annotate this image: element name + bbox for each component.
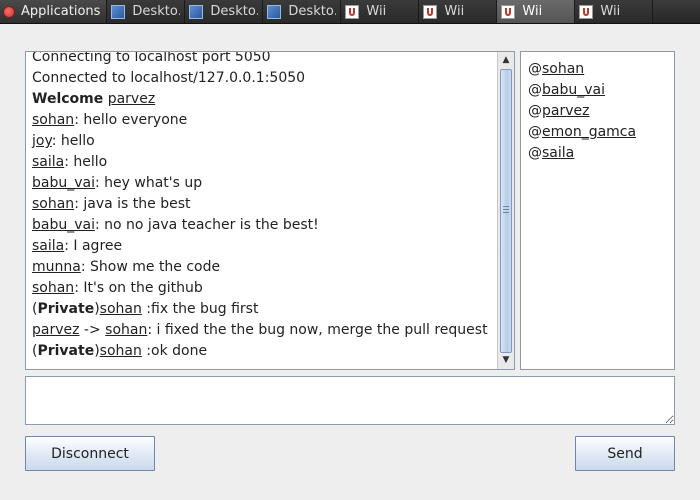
task-label: Wii bbox=[600, 4, 621, 19]
user-list-item[interactable]: @parvez bbox=[521, 101, 674, 122]
chat-message: babu_vai: hey what's up bbox=[32, 173, 494, 194]
message-text: : no no java teacher is the best! bbox=[94, 217, 319, 233]
scroll-down-arrow-icon[interactable]: ▼ bbox=[499, 353, 513, 368]
welcome-text: Welcome bbox=[32, 91, 104, 107]
user-at-sign: @ bbox=[528, 145, 542, 161]
user-list-item[interactable]: @sohan bbox=[521, 59, 674, 80]
taskbar-task-3[interactable]: Deskto… bbox=[263, 0, 342, 23]
message-text: : It's on the github bbox=[74, 280, 203, 296]
private-tag: Private bbox=[37, 343, 95, 359]
send-button[interactable]: Send bbox=[575, 436, 675, 471]
message-sender[interactable]: sohan bbox=[32, 280, 74, 296]
task-label: Wii bbox=[366, 4, 387, 19]
applications-menu[interactable]: Applications bbox=[0, 0, 108, 23]
message-text: : hello everyone bbox=[74, 112, 188, 128]
task-label: Deskto… bbox=[132, 4, 180, 19]
message-text: : hey what's up bbox=[94, 175, 203, 191]
java-icon bbox=[423, 4, 438, 19]
chat-log[interactable]: Connecting to localhost port 5050 Connect… bbox=[25, 51, 515, 370]
user-list-item[interactable]: @emon_gamca bbox=[521, 122, 674, 143]
message-recipient[interactable]: sohan bbox=[105, 322, 147, 338]
chat-message: (Private)sohan :ok done bbox=[32, 343, 208, 359]
desktop-icon bbox=[111, 4, 126, 19]
task-list: Deskto… Deskto… Deskto… Wii Wii Wii Wii bbox=[107, 0, 654, 23]
private-arrow: -> bbox=[79, 322, 106, 338]
message-text: Connected to localhost/127.0.0.1:5050 bbox=[32, 70, 306, 86]
message-text: : hello bbox=[64, 154, 108, 170]
chat-scrollbar[interactable]: ▲ ▼ bbox=[497, 52, 514, 369]
taskbar-task-2[interactable]: Deskto… bbox=[185, 0, 264, 23]
scroll-up-arrow-icon[interactable]: ▲ bbox=[499, 53, 513, 68]
message-sender[interactable]: sohan bbox=[100, 343, 142, 359]
user-at-sign: @ bbox=[528, 61, 542, 77]
java-icon bbox=[345, 4, 360, 19]
desktop-icon bbox=[189, 4, 204, 19]
chat-message: babu_vai: no no java teacher is the best… bbox=[32, 215, 494, 236]
chat-message: saila: I agree bbox=[32, 236, 494, 257]
taskbar: Applications Deskto… Deskto… Deskto… Wii Wii… bbox=[0, 0, 700, 24]
message-sender[interactable]: saila bbox=[32, 238, 64, 254]
taskbar-task-5[interactable]: Wii bbox=[419, 0, 498, 23]
private-tag: Private bbox=[37, 301, 95, 317]
java-icon bbox=[501, 4, 516, 19]
chat-message: parvez -> sohan: i fixed the the bug now… bbox=[32, 320, 494, 341]
message-sender[interactable]: babu_vai bbox=[32, 217, 95, 233]
chat-message: Connecting to localhost port 5050 bbox=[32, 51, 494, 68]
user-at-sign: @ bbox=[528, 124, 542, 140]
user-at-sign: @ bbox=[528, 82, 542, 98]
online-users-list[interactable]: @sohan @babu_vai @parvez @emon_gamca @saila bbox=[520, 51, 675, 370]
chat-message: Connected to localhost/127.0.0.1:5050 bbox=[32, 68, 494, 89]
message-text: :fix the bug first bbox=[141, 301, 259, 317]
taskbar-task-1[interactable]: Deskto… bbox=[107, 0, 186, 23]
user-name[interactable]: emon_gamca bbox=[542, 124, 636, 140]
taskbar-task-4[interactable]: Wii bbox=[341, 0, 420, 23]
message-text: : i fixed the the bug now, merge the pul… bbox=[147, 322, 488, 338]
user-name[interactable]: parvez bbox=[542, 103, 589, 119]
message-text: :ok done bbox=[141, 343, 208, 359]
message-sender[interactable]: parvez bbox=[32, 322, 79, 338]
user-name[interactable]: saila bbox=[542, 145, 574, 161]
message-sender[interactable]: parvez bbox=[108, 91, 155, 107]
task-label: Deskto… bbox=[288, 4, 336, 19]
message-text: : java is the best bbox=[74, 196, 191, 212]
chat-message: Welcome parvez bbox=[32, 89, 494, 110]
chat-message: joy: hello bbox=[32, 131, 494, 152]
scroll-thumb[interactable] bbox=[500, 69, 512, 353]
message-text: Connecting to localhost port 5050 bbox=[32, 51, 271, 65]
applications-icon bbox=[3, 5, 15, 18]
user-at-sign: @ bbox=[528, 103, 542, 119]
task-label: Wii bbox=[444, 4, 465, 19]
taskbar-task-6[interactable]: Wii bbox=[497, 0, 576, 23]
user-list-item[interactable]: @saila bbox=[521, 143, 674, 164]
chat-message: sohan: It's on the github bbox=[32, 278, 494, 299]
chat-message: sohan: java is the best bbox=[32, 194, 494, 215]
message-text: : I agree bbox=[64, 238, 123, 254]
user-list-item[interactable]: @babu_vai bbox=[521, 80, 674, 101]
chat-content: Connecting to localhost port 5050 Connect… bbox=[32, 51, 494, 362]
message-input[interactable] bbox=[25, 376, 675, 425]
message-text: : hello bbox=[51, 133, 95, 149]
message-sender[interactable]: sohan bbox=[100, 301, 142, 317]
message-sender[interactable]: babu_vai bbox=[32, 175, 95, 191]
task-label: Deskto… bbox=[210, 4, 258, 19]
taskbar-task-7[interactable]: Wii bbox=[575, 0, 654, 23]
message-sender[interactable]: sohan bbox=[32, 112, 74, 128]
message-text: : Show me the code bbox=[80, 259, 221, 275]
task-label: Wii bbox=[522, 4, 543, 19]
desktop-icon bbox=[267, 4, 282, 19]
applications-label: Applications bbox=[21, 4, 101, 19]
message-sender[interactable]: sohan bbox=[32, 196, 74, 212]
chat-message: (Private)sohan :fix the bug first bbox=[32, 301, 259, 317]
chat-message: munna: Show me the code bbox=[32, 257, 494, 278]
disconnect-button[interactable]: Disconnect bbox=[25, 436, 155, 471]
java-icon bbox=[579, 4, 594, 19]
scroll-grip-icon bbox=[503, 206, 509, 214]
chat-message: sohan: hello everyone bbox=[32, 110, 494, 131]
message-sender[interactable]: joy bbox=[32, 133, 52, 149]
chat-message: saila: hello bbox=[32, 152, 494, 173]
user-name[interactable]: sohan bbox=[542, 61, 584, 77]
message-sender[interactable]: munna bbox=[32, 259, 81, 275]
user-name[interactable]: babu_vai bbox=[542, 82, 605, 98]
message-sender[interactable]: saila bbox=[32, 154, 64, 170]
